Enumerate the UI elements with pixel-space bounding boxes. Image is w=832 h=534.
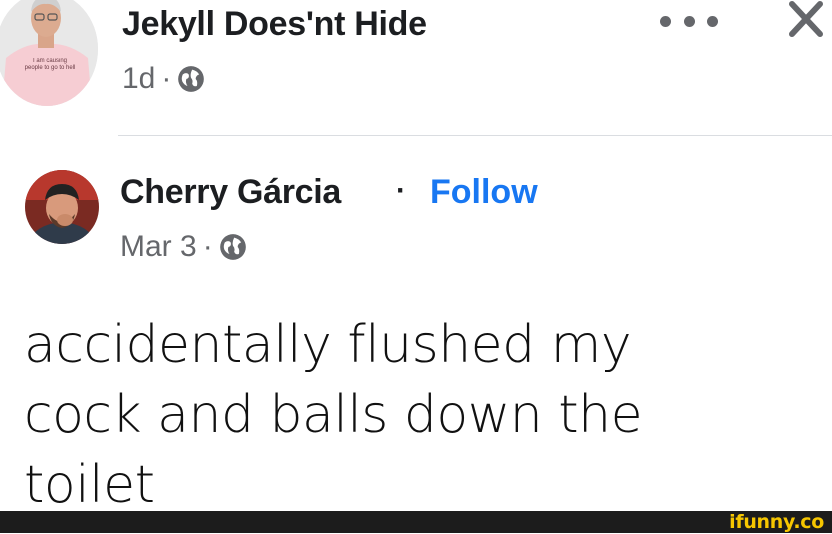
shared-post-avatar[interactable] <box>25 170 99 244</box>
top-post-avatar-shirt-text: I am causing people to go to hell <box>24 58 76 71</box>
shared-post-meta: Mar 3 · <box>120 230 247 264</box>
shared-post-avatar-image <box>25 170 99 244</box>
top-post-author-name[interactable]: Jekyll Does'nt Hide <box>122 4 427 44</box>
follow-separator: · <box>396 174 406 207</box>
top-post-meta: 1d · <box>122 62 205 96</box>
meta-separator: · <box>161 62 172 95</box>
more-options-button[interactable] <box>660 12 718 30</box>
top-post-avatar[interactable] <box>0 0 98 106</box>
post-divider <box>118 135 832 136</box>
watermark-bar: ifunny.co <box>0 511 832 533</box>
top-post-time[interactable]: 1d <box>122 62 155 96</box>
more-dot <box>707 15 718 27</box>
globe-icon[interactable] <box>177 65 205 93</box>
post-body-line: accidentally flushed my <box>24 315 632 375</box>
more-dot <box>660 15 671 27</box>
ifunny-watermark: ifunny.co <box>729 511 824 533</box>
meta-separator: · <box>202 230 213 263</box>
post-body-line: toilet <box>24 455 155 515</box>
close-icon[interactable] <box>786 0 826 40</box>
follow-button[interactable]: Follow <box>430 172 538 212</box>
globe-icon[interactable] <box>219 233 247 261</box>
more-dot <box>683 15 695 27</box>
shared-post-author-name[interactable]: Cherry Gárcia <box>120 172 341 212</box>
top-post-avatar-image <box>0 0 98 106</box>
post-body-text: accidentally flushed my cock and balls d… <box>24 310 814 520</box>
shared-post-time[interactable]: Mar 3 <box>120 230 197 264</box>
post-body-line: cock and balls down the <box>24 385 643 445</box>
